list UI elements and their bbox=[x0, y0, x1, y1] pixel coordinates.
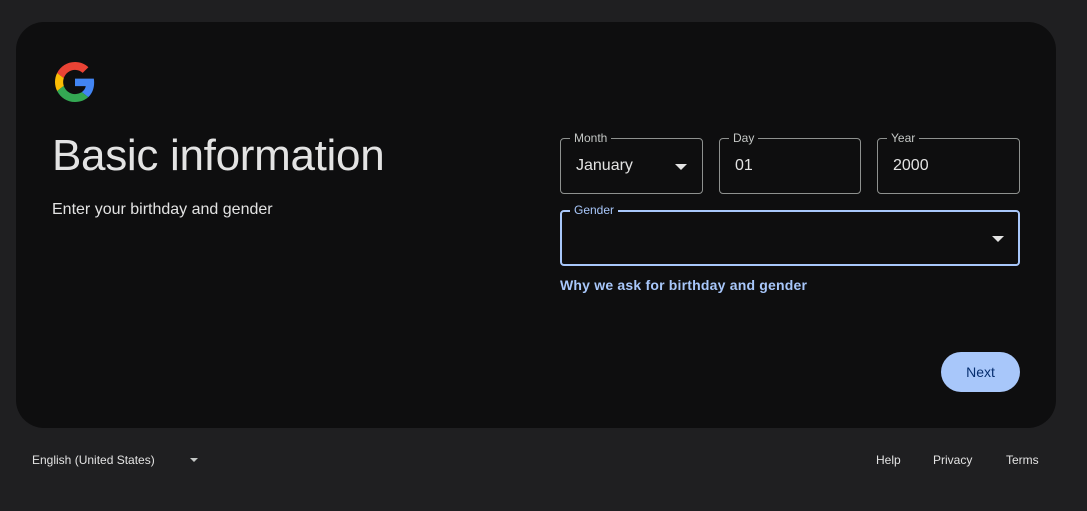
caret-down-icon bbox=[675, 164, 687, 170]
year-label: Year bbox=[887, 131, 920, 145]
why-birthday-gender-link[interactable]: Why we ask for birthday and gender bbox=[560, 276, 807, 294]
google-logo-icon bbox=[55, 62, 95, 102]
signup-card: Basic information Enter your birthday an… bbox=[16, 22, 1056, 428]
day-value: 01 bbox=[735, 157, 753, 174]
month-label: Month bbox=[570, 131, 612, 145]
month-select[interactable]: Month January bbox=[560, 131, 703, 194]
month-value: January bbox=[576, 157, 633, 174]
next-button[interactable]: Next bbox=[941, 352, 1020, 392]
page-title: Basic information bbox=[52, 131, 385, 180]
language-label: English (United States) bbox=[32, 453, 155, 467]
caret-down-icon bbox=[190, 458, 198, 462]
day-field[interactable]: Day 01 bbox=[719, 131, 861, 194]
year-field[interactable]: Year 2000 bbox=[877, 131, 1020, 194]
language-select[interactable]: English (United States) bbox=[22, 444, 212, 476]
day-label: Day bbox=[729, 131, 759, 145]
page-subtitle: Enter your birthday and gender bbox=[52, 201, 273, 218]
terms-link[interactable]: Terms bbox=[1006, 453, 1039, 467]
gender-label: Gender bbox=[570, 203, 619, 217]
privacy-link[interactable]: Privacy bbox=[933, 453, 972, 467]
footer: English (United States) Help Privacy Ter… bbox=[0, 428, 1087, 511]
help-link[interactable]: Help bbox=[876, 453, 901, 467]
gender-select[interactable]: Gender bbox=[560, 203, 1020, 266]
caret-down-icon bbox=[992, 236, 1004, 242]
year-value: 2000 bbox=[893, 157, 929, 174]
